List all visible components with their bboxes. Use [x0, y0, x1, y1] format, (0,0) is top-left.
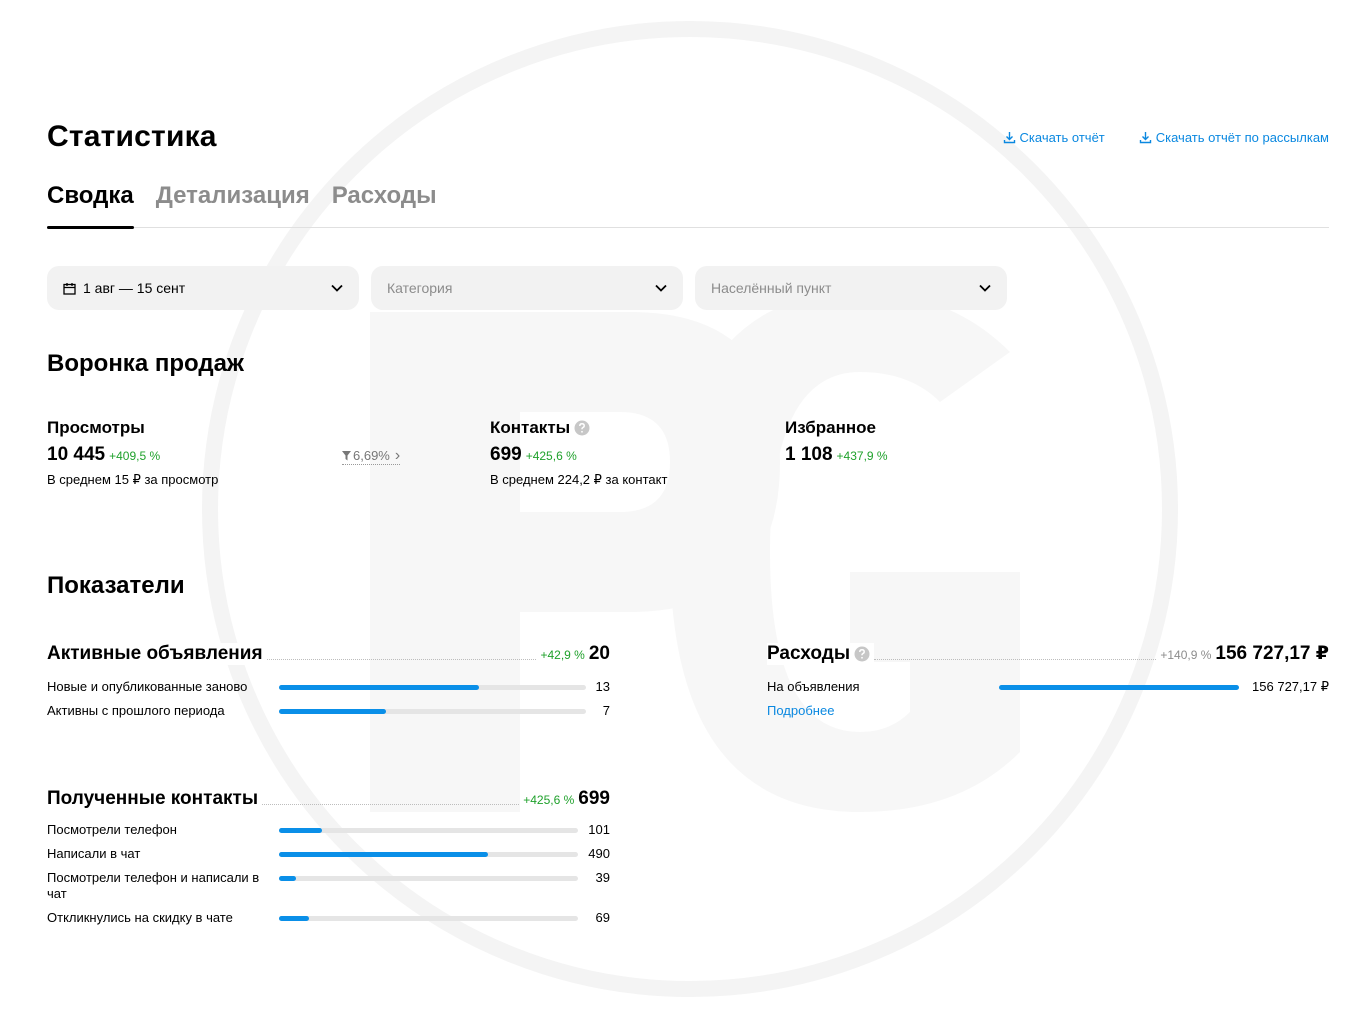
bar-fill	[279, 709, 387, 714]
content-root: Статистика Скачать отчёт Скачать отчёт п…	[0, 0, 1360, 1020]
bar-track	[279, 828, 578, 833]
bar-fill	[279, 852, 489, 857]
filter-bar: 1 авг — 15 сент Категория Населённый пун…	[47, 266, 1007, 310]
metric-row: Активны с прошлого периода 7	[47, 703, 610, 719]
category-placeholder: Категория	[387, 280, 453, 296]
tab-bar: Сводка Детализация Расходы	[47, 180, 1329, 229]
received-contacts-block: Полученные контакты +425,6 % 699 Посмотр…	[47, 786, 610, 926]
download-links: Скачать отчёт Скачать отчёт по рассылкам	[1003, 130, 1329, 145]
metric-row: Посмотрели телефон 101	[47, 822, 610, 838]
funnel-views-label: Просмотры	[47, 418, 145, 437]
date-range-select[interactable]: 1 авг — 15 сент	[47, 266, 359, 310]
help-icon[interactable]	[574, 420, 590, 436]
download-mailing-report-label: Скачать отчёт по рассылкам	[1155, 130, 1329, 145]
chevron-down-icon	[331, 284, 343, 292]
locality-select[interactable]: Населённый пункт	[695, 266, 1007, 310]
dotted-leader	[262, 804, 520, 805]
chevron-down-icon	[979, 284, 991, 292]
funnel-favorites-value: 1 108	[785, 444, 833, 465]
bar-track	[279, 852, 578, 857]
chevron-down-icon	[655, 284, 667, 292]
expenses-growth: +140,9 %	[1160, 648, 1212, 662]
funnel-views-growth: +409,5 %	[109, 449, 161, 463]
conversion-rate-link[interactable]: 6,69% ›	[342, 446, 401, 465]
funnel-contacts: Контакты 699 +425,6 % В среднем 224,2 ₽ …	[490, 418, 667, 488]
tab-details[interactable]: Детализация	[156, 180, 310, 228]
bar-track	[279, 916, 578, 921]
metric-row-label: Новые и опубликованные заново	[47, 679, 248, 694]
metric-row-label: Посмотрели телефон и написали в чат	[47, 870, 260, 901]
funnel-favorites: Избранное 1 108 +437,9 %	[785, 418, 888, 466]
dotted-leader	[874, 659, 1157, 660]
bar-track	[999, 685, 1239, 690]
received-contacts-total: 699	[578, 788, 610, 809]
metric-row-label: Откликнулись на скидку в чате	[47, 910, 233, 925]
expenses-block: Расходы +140,9 % 156 727,17 ₽ На объявле…	[767, 641, 1329, 720]
funnel-contacts-label: Контакты	[490, 418, 571, 437]
received-contacts-growth: +425,6 %	[523, 793, 575, 807]
metric-row-value: 490	[588, 846, 610, 861]
received-contacts-name: Полученные контакты	[47, 788, 263, 810]
metric-row-value: 7	[602, 703, 610, 718]
funnel-views-value: 10 445	[47, 444, 106, 465]
active-ads-block: Активные объявления +42,9 % 20 Новые и о…	[47, 641, 610, 719]
metric-row: Новые и опубликованные заново 13	[47, 679, 610, 695]
metric-row-value: 69	[595, 910, 610, 925]
bar-fill	[999, 685, 1239, 690]
funnel-favorites-label: Избранное	[785, 418, 876, 437]
more-details-link[interactable]: Подробнее	[767, 703, 834, 718]
category-select[interactable]: Категория	[371, 266, 683, 310]
chevron-right-icon: ›	[394, 446, 401, 464]
metric-row-label: Активны с прошлого периода	[47, 703, 225, 718]
bar-track	[279, 876, 578, 881]
metric-row: Написали в чат 490	[47, 846, 610, 862]
locality-placeholder: Населённый пункт	[711, 280, 832, 296]
metric-row-label: Написали в чат	[47, 846, 141, 861]
funnel-icon	[342, 450, 351, 460]
download-report-label: Скачать отчёт	[1019, 130, 1105, 145]
expenses-name: Расходы	[767, 643, 851, 664]
metric-row: На объявления 156 727,17 ₽	[767, 679, 1329, 695]
metric-row-label: На объявления	[767, 679, 860, 694]
help-icon[interactable]	[854, 646, 870, 662]
funnel-views: Просмотры 10 445 +409,5 % В среднем 15 ₽…	[47, 418, 218, 488]
funnel-favorites-growth: +437,9 %	[836, 449, 888, 463]
metric-row-value: 39	[595, 870, 610, 885]
active-ads-name: Активные объявления	[47, 643, 267, 665]
bar-fill	[279, 685, 479, 690]
metric-row-label: Посмотрели телефон	[47, 822, 177, 837]
expenses-total: 156 727,17 ₽	[1215, 643, 1329, 664]
bar-track	[279, 709, 586, 714]
download-icon	[1139, 132, 1151, 144]
bar-fill	[279, 828, 323, 833]
download-icon	[1003, 132, 1015, 144]
bar-track	[279, 685, 586, 690]
metric-row-value: 101	[588, 822, 610, 837]
metric-row-value: 13	[595, 679, 610, 694]
download-report-link[interactable]: Скачать отчёт	[1003, 130, 1105, 145]
funnel-title: Воронка продаж	[47, 350, 244, 377]
date-range-value: 1 авг — 15 сент	[83, 280, 186, 296]
download-mailing-report-link[interactable]: Скачать отчёт по рассылкам	[1139, 130, 1329, 145]
active-ads-growth: +42,9 %	[540, 648, 585, 662]
calendar-icon	[63, 282, 76, 295]
page-title: Статистика	[47, 120, 217, 153]
metric-row: Посмотрели телефон и написали в чат 39	[47, 870, 610, 902]
funnel-views-sub: В среднем 15 ₽ за просмотр	[47, 472, 219, 487]
bar-fill	[279, 916, 309, 921]
conversion-rate-value: 6,69%	[353, 448, 390, 463]
tab-expenses[interactable]: Расходы	[332, 180, 437, 228]
funnel-contacts-value: 699	[490, 444, 522, 465]
indicators-title: Показатели	[47, 572, 185, 599]
metric-row-value: 156 727,17 ₽	[1252, 679, 1329, 694]
tab-summary[interactable]: Сводка	[47, 180, 134, 229]
metric-row: Откликнулись на скидку в чате 69	[47, 910, 610, 926]
active-ads-total: 20	[588, 643, 610, 664]
bar-fill	[279, 876, 296, 881]
dotted-leader	[266, 659, 537, 660]
funnel-contacts-growth: +425,6 %	[525, 449, 577, 463]
funnel-contacts-sub: В среднем 224,2 ₽ за контакт	[490, 472, 668, 487]
